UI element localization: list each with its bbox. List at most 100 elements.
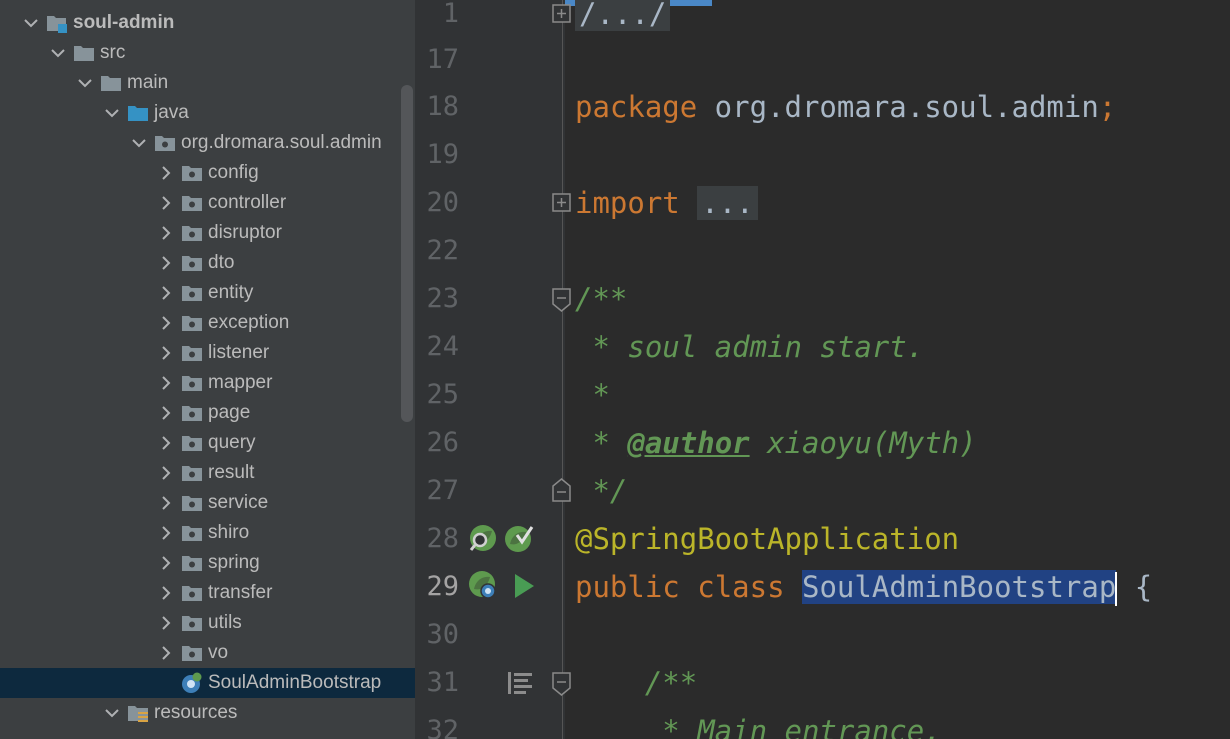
line-number: 28 [426,523,459,554]
tree-item-shiro[interactable]: shiro [0,518,400,548]
spring-config-check-icon[interactable] [504,523,534,553]
tree-item-label: query [208,432,256,453]
line-number: 17 [426,44,459,75]
chevron-down-icon[interactable] [20,8,42,38]
folder-icon [101,76,121,91]
tree-item-label: java [154,102,189,123]
chevron-right-icon[interactable] [155,398,177,428]
spring-bean-icon[interactable] [468,570,498,600]
fold-collapse-icon[interactable] [551,671,573,697]
tree-item-query[interactable]: query [0,428,400,458]
package-keyword: package [575,90,698,124]
tree-scrollbar[interactable] [401,85,413,422]
tree-item-utils[interactable]: utils [0,608,400,638]
chevron-right-icon[interactable] [155,308,177,338]
tree-item-label: SoulAdminBootstrap [208,672,382,693]
chevron-right-icon[interactable] [155,608,177,638]
tree-item-result[interactable]: result [0,458,400,488]
code-line-doc-close[interactable]: */ [575,467,627,515]
line-number: 27 [426,475,459,506]
code-line-doc-desc[interactable]: * soul admin start. [575,323,924,371]
fold-expand-icon[interactable] [551,191,573,217]
tree-item-listener[interactable]: listener [0,338,400,368]
tree-item-souladminbootstrap[interactable]: SoulAdminBootstrap [0,668,415,698]
code-line-header[interactable]: /.../ [575,0,671,38]
fold-expand-icon[interactable] [551,2,573,28]
fold-end-icon[interactable] [551,477,573,503]
chevron-right-icon[interactable] [155,518,177,548]
tree-item-src[interactable]: src [0,38,400,68]
tree-item-mapper[interactable]: mapper [0,368,400,398]
chevron-right-icon[interactable] [155,188,177,218]
line-number: 31 [426,667,459,698]
package-icon [182,406,202,421]
chevron-right-icon[interactable] [155,548,177,578]
chevron-down-icon[interactable] [47,38,69,68]
structure-list-icon[interactable] [505,668,535,698]
chevron-down-icon[interactable] [101,98,123,128]
tree-item-service[interactable]: service [0,488,400,518]
chevron-right-icon[interactable] [155,638,177,668]
chevron-right-icon[interactable] [155,578,177,608]
tree-item-label: src [100,42,126,63]
chevron-right-icon[interactable] [155,338,177,368]
chevron-right-icon[interactable] [155,218,177,248]
tree-item-spring[interactable]: spring [0,548,400,578]
tree-item-label: transfer [208,582,273,603]
tree-item-org-dromara-soul-admin[interactable]: org.dromara.soul.admin [0,128,400,158]
package-icon [182,616,202,631]
tree-item-label: config [208,162,259,183]
tree-item-config[interactable]: config [0,158,400,188]
tree-item-vo[interactable]: vo [0,638,400,668]
selected-class-name[interactable]: SoulAdminBootstrap [802,570,1117,604]
tree-item-disruptor[interactable]: disruptor [0,218,400,248]
line-number: 32 [426,715,459,739]
chevron-right-icon[interactable] [155,428,177,458]
run-icon[interactable] [510,571,540,601]
tree-item-exception[interactable]: exception [0,308,400,338]
project-tree: soul-admin src main java org.dromara.soul.ad… [0,0,415,739]
chevron-right-icon[interactable] [155,248,177,278]
code-line-package[interactable]: package org.dromara.soul.admin; [575,83,1116,131]
code-line-import[interactable]: import ... [575,179,758,227]
chevron-right-icon[interactable] [155,278,177,308]
tree-item-resources[interactable]: resources [0,698,400,728]
line-number: 26 [426,427,459,458]
tree-item-dto[interactable]: dto [0,248,400,278]
spring-bean-search-icon[interactable] [468,523,498,553]
code-line-class-declaration[interactable]: public class SoulAdminBootstrap { [575,563,1152,611]
code-line-doc-open[interactable]: /** [575,275,627,323]
code-line-annotation[interactable]: @SpringBootApplication [575,515,959,563]
tree-item-main[interactable]: main [0,68,400,98]
chevron-down-icon[interactable] [128,128,150,158]
tree-item-label: page [208,402,251,423]
code-line-inner-doc-open[interactable]: /** [575,659,697,707]
folded-imports[interactable]: ... [697,186,758,220]
tree-item-transfer[interactable]: transfer [0,578,400,608]
package-icon [182,586,202,601]
chevron-down-icon[interactable] [101,698,123,728]
tree-item-entity[interactable]: entity [0,278,400,308]
code-editor[interactable]: 1 17 18 19 20 22 23 24 25 26 27 28 29 30… [415,0,1230,739]
package-icon [182,196,202,211]
line-number: 30 [426,619,459,650]
code-line-doc-author[interactable]: * @author xiaoyu(Myth) [575,419,976,467]
folded-header-comment[interactable]: /.../ [575,0,671,31]
tree-item-controller[interactable]: controller [0,188,400,218]
chevron-down-icon[interactable] [74,68,96,98]
gutter-separator [562,0,563,739]
module-folder-icon [47,16,67,33]
line-number: 18 [426,91,459,122]
code-line-inner-doc-desc[interactable]: * Main entrance. [575,707,941,739]
code-line-doc-star[interactable]: * [575,371,609,419]
tree-item-soul-admin[interactable]: soul-admin [0,8,400,38]
chevron-right-icon[interactable] [155,368,177,398]
fold-collapse-icon[interactable] [551,287,573,313]
chevron-right-icon[interactable] [155,158,177,188]
tree-item-page[interactable]: page [0,398,400,428]
tree-item-java[interactable]: java [0,98,400,128]
line-number: 22 [426,235,459,266]
chevron-right-icon[interactable] [155,458,177,488]
source-folder-icon [128,106,148,121]
chevron-right-icon[interactable] [155,488,177,518]
